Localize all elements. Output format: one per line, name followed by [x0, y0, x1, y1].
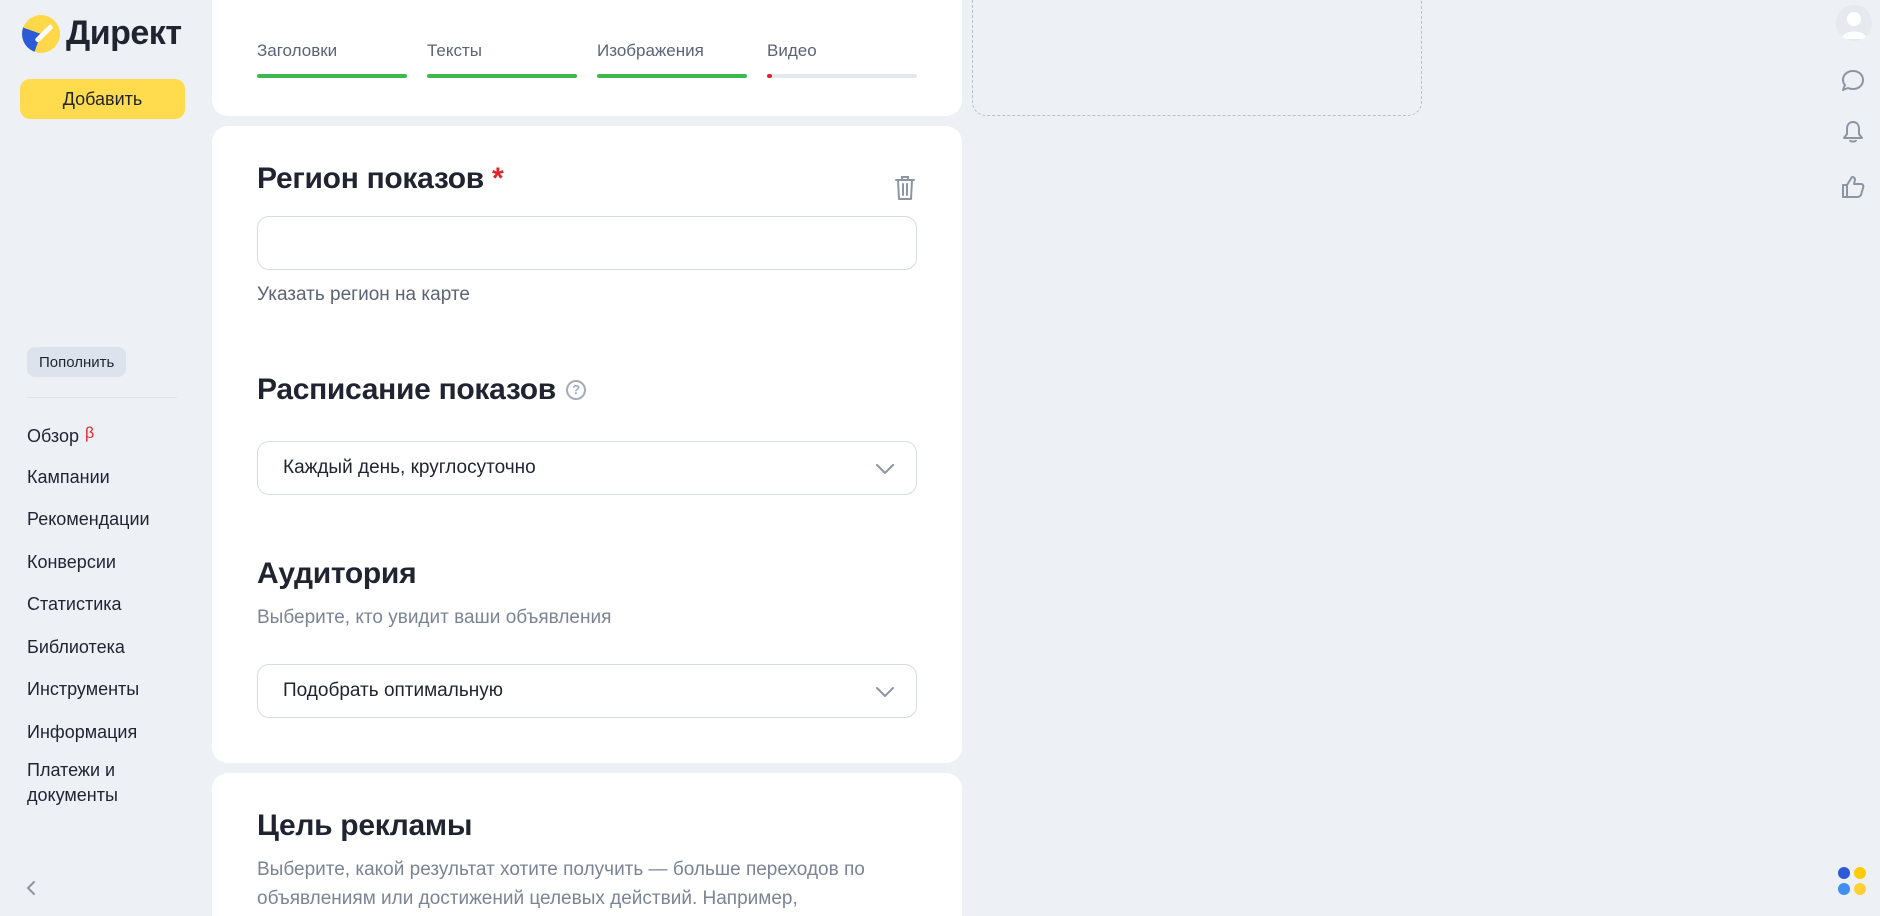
beta-badge: β [85, 425, 95, 442]
tab-label: Изображения [597, 41, 704, 60]
avatar-icon[interactable] [1836, 5, 1872, 41]
schedule-value: Каждый день, круглосуточно [283, 457, 536, 478]
add-button[interactable]: Добавить [20, 79, 185, 119]
tab-video[interactable]: Видео [767, 41, 917, 78]
apps-dot [1854, 883, 1866, 895]
sidebar-item-label: Обзор [27, 426, 79, 446]
tab-progress-fill [257, 74, 407, 78]
sidebar-item-information[interactable]: Информация [27, 716, 167, 759]
schedule-select[interactable]: Каждый день, круглосуточно [257, 441, 917, 495]
sidebar-item-campaigns[interactable]: Кампании [27, 461, 167, 504]
sidebar-item-label: Кампании [27, 466, 110, 487]
tab-images[interactable]: Изображения [597, 41, 747, 78]
sidebar-item-library[interactable]: Библиотека [27, 631, 167, 674]
sidebar-item-label: Конверсии [27, 551, 116, 572]
region-map-link[interactable]: Указать регион на карте [257, 284, 470, 306]
audience-select[interactable]: Подобрать оптимальную [257, 664, 917, 718]
tab-progress-fill [427, 74, 577, 78]
goal-title: Цель рекламы [257, 809, 473, 842]
sidebar-item-payments[interactable]: Платежи и документы [27, 758, 167, 805]
apps-dot [1854, 867, 1866, 879]
sidebar: Директ Добавить Пополнить Обзор β Кампани… [0, 0, 200, 916]
avatar-glyph [1841, 12, 1867, 39]
region-input[interactable] [257, 216, 917, 270]
chevron-left-icon[interactable] [24, 880, 40, 896]
sidebar-item-label: Библиотека [27, 636, 125, 657]
sidebar-item-label: Инструменты [27, 679, 140, 699]
topup-button[interactable]: Пополнить [27, 347, 127, 377]
apps-icon[interactable] [1836, 865, 1868, 897]
tab-progress-bar [597, 74, 747, 78]
sidebar-item-overview[interactable]: Обзор β [27, 418, 167, 461]
logo[interactable]: Директ [22, 14, 182, 53]
tab-label: Заголовки [257, 41, 338, 60]
chat-icon[interactable] [1840, 68, 1866, 94]
audience-title: Аудитория [257, 557, 417, 590]
tab-label: Тексты [427, 41, 483, 60]
schedule-title-text: Расписание показов [257, 373, 556, 406]
sidebar-item-label: Платежи и документы [27, 760, 118, 805]
logo-icon [22, 14, 60, 53]
tab-progress-fill [767, 74, 772, 78]
trash-icon[interactable] [893, 174, 917, 202]
thumbs-up-icon[interactable] [1840, 174, 1866, 200]
tab-progress-fill [597, 74, 747, 78]
region-title-text: Регион показов [257, 162, 484, 195]
tab-progress-bar [257, 74, 407, 78]
bell-icon[interactable] [1840, 119, 1866, 145]
tab-texts[interactable]: Тексты [427, 41, 577, 78]
tab-label: Видео [767, 41, 817, 60]
goal-card: Цель рекламы Выберите, какой результат х… [212, 773, 962, 916]
sidebar-item-label: Рекомендации [27, 509, 150, 529]
sidebar-item-label: Информация [27, 721, 138, 742]
apps-dot [1838, 883, 1850, 895]
tab-headlines[interactable]: Заголовки [257, 41, 407, 78]
targeting-card: Регион показов * Указать регион на карте… [212, 126, 962, 763]
apps-dot [1838, 867, 1850, 879]
sidebar-divider [27, 397, 177, 398]
chevron-down-icon [876, 464, 894, 474]
sidebar-item-tools[interactable]: Инструменты [27, 673, 167, 716]
preview-placeholder [972, 0, 1422, 116]
audience-subtitle: Выберите, кто увидит ваши объявления [257, 607, 612, 628]
sidebar-nav: Обзор β Кампании Рекомендации Конверсии С… [27, 418, 167, 805]
chevron-down-icon [876, 687, 894, 697]
schedule-title: Расписание показов? [257, 373, 586, 407]
ad-elements-card: Заголовки Тексты Изображения Видео [212, 0, 962, 116]
tab-progress-bar [767, 74, 917, 78]
help-icon[interactable]: ? [565, 380, 586, 400]
required-mark: * [491, 162, 504, 195]
region-title: Регион показов * [257, 162, 504, 196]
goal-description: Выберите, какой результат хотите получит… [257, 859, 865, 909]
sidebar-item-conversions[interactable]: Конверсии [27, 546, 167, 589]
sidebar-item-statistics[interactable]: Статистика [27, 588, 167, 631]
audience-value: Подобрать оптимальную [283, 680, 503, 701]
sidebar-item-recommendations[interactable]: Рекомендации [27, 503, 167, 546]
sidebar-item-label: Статистика [27, 594, 122, 614]
tab-progress-bar [427, 74, 577, 78]
logo-text: Директ [66, 14, 182, 52]
